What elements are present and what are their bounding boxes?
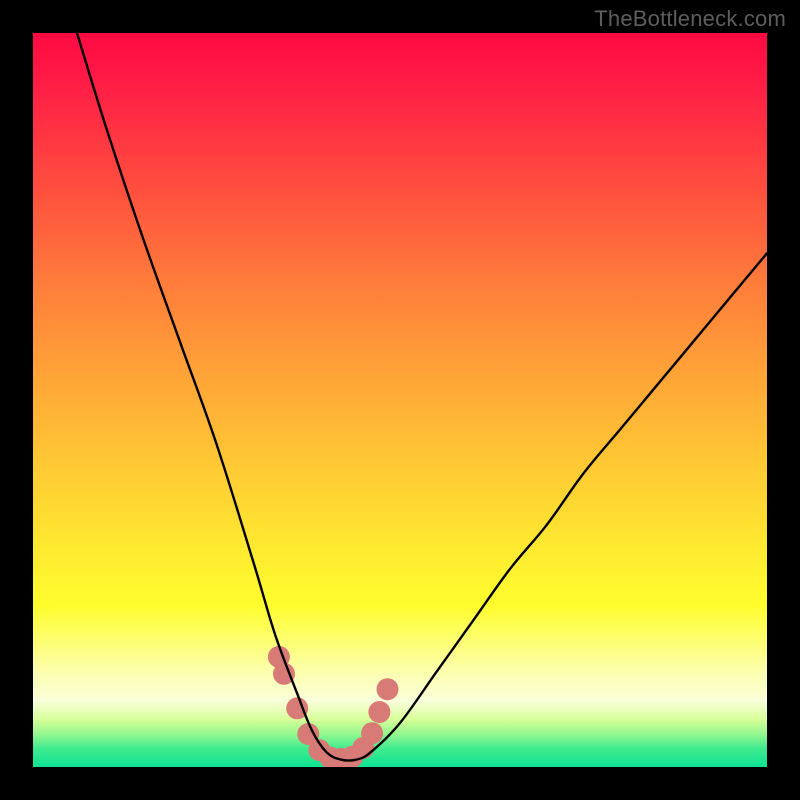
marker-point xyxy=(377,678,399,700)
marker-point xyxy=(368,701,390,723)
bottleneck-curve xyxy=(77,33,767,761)
markers-group xyxy=(268,646,399,767)
watermark-text: TheBottleneck.com xyxy=(594,6,786,32)
plot-area xyxy=(33,33,767,767)
chart-frame: TheBottleneck.com xyxy=(0,0,800,800)
marker-point xyxy=(361,722,383,744)
chart-svg xyxy=(33,33,767,767)
